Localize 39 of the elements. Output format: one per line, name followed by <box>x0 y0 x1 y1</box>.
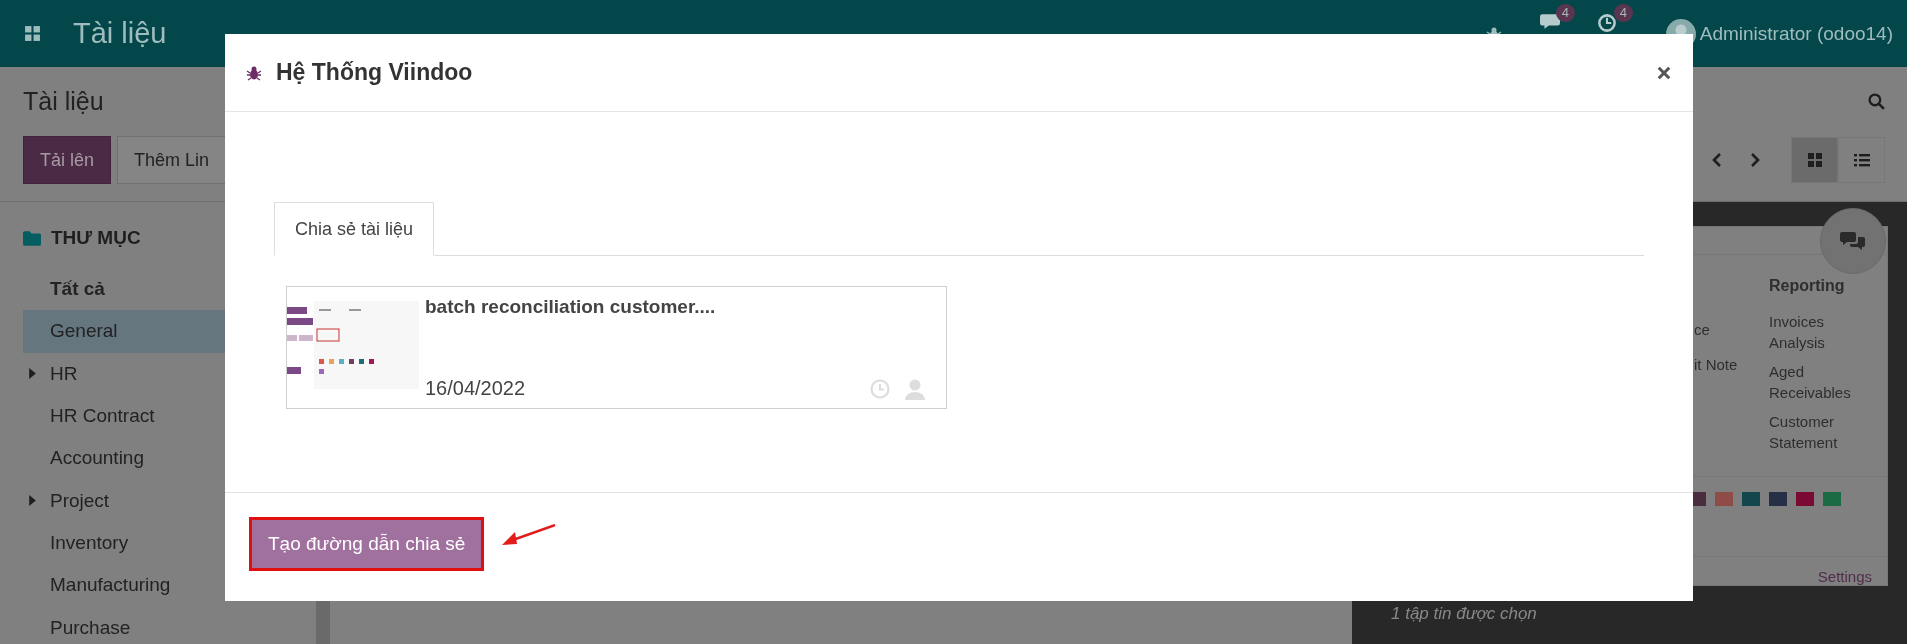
folder-icon <box>23 230 41 246</box>
list-view-button[interactable] <box>1838 137 1885 183</box>
breadcrumb: Tài liệu <box>23 86 104 116</box>
caret-icon <box>29 495 36 507</box>
bug-icon <box>246 64 262 81</box>
apps-menu-button[interactable] <box>24 25 41 42</box>
document-card[interactable]: batch reconciliation customer.... 16/04/2022 <box>286 286 947 409</box>
close-button[interactable] <box>1657 65 1671 80</box>
document-date: 16/04/2022 <box>425 377 526 400</box>
dialog-title: Hệ Thống Viindoo <box>276 59 473 86</box>
selection-info: 1 tập tin được chọn <box>1390 603 1538 624</box>
document-name: batch reconciliation customer.... <box>425 296 717 318</box>
messages-button[interactable] <box>1539 14 1560 29</box>
list-view-icon <box>1853 152 1870 168</box>
chat-icon <box>1539 14 1560 29</box>
search-icon <box>1868 92 1885 110</box>
column-heading: Reporting <box>1769 277 1846 296</box>
count-badge: 4 <box>1555 4 1575 22</box>
user-icon <box>904 377 926 400</box>
count-badge: 4 <box>1613 4 1633 22</box>
activities-button[interactable] <box>1597 14 1616 32</box>
grid-icon <box>24 25 41 42</box>
upload-button[interactable]: Tải lên <box>23 136 112 184</box>
app-title: Tài liệu <box>73 17 167 50</box>
grid-view-icon <box>1806 152 1823 168</box>
clock-icon <box>1597 14 1616 32</box>
sidebar-heading: THƯ MỤC <box>51 227 141 249</box>
tab[interactable]: Chia sẻ tài liệu <box>274 202 435 256</box>
caret-icon <box>29 368 36 380</box>
kanban-view-button[interactable] <box>1791 137 1838 183</box>
chat-bubbles-icon <box>1840 231 1866 251</box>
settings-link[interactable]: Settings <box>1817 568 1872 585</box>
close-icon <box>1657 65 1671 80</box>
create-share-link-button[interactable]: Tạo đường dẫn chia sẻ <box>249 517 485 571</box>
chevron-left-icon <box>1712 152 1722 168</box>
user-name: Administrator (odoo14) <box>1699 22 1893 45</box>
sidebar-item[interactable]: Purchase <box>23 606 316 644</box>
chevron-right-icon <box>1750 152 1760 168</box>
clock-icon <box>870 378 890 399</box>
